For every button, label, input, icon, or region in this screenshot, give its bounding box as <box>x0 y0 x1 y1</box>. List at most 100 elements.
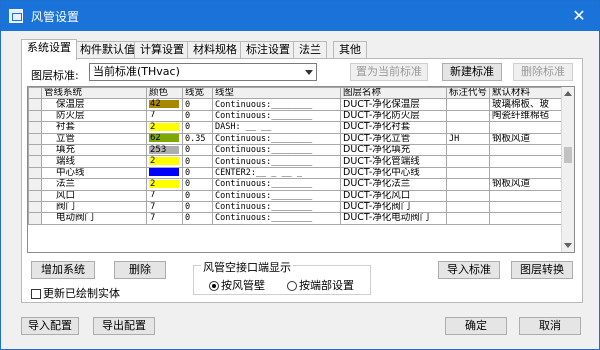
default-material-cell[interactable]: 钢板风道 <box>489 178 566 191</box>
system-name-cell[interactable]: 中心线 <box>41 166 147 180</box>
layer-name-cell[interactable]: DUCT-净化管端线 <box>340 155 447 168</box>
annotation-code-cell[interactable] <box>445 143 491 157</box>
import-standard-button[interactable]: 导入标准 <box>438 261 500 279</box>
table-row[interactable]: 阀门 7 0 Continuous:________ DUCT-净化阀门 <box>28 200 566 214</box>
row-selector[interactable] <box>28 200 42 214</box>
layer-name-cell[interactable]: DUCT-净化立管 <box>340 132 447 145</box>
radio-by-duct-wall[interactable]: 按风管壁 <box>209 277 265 293</box>
linetype-cell[interactable]: Continuous:________ <box>212 178 341 191</box>
layer-name-cell[interactable]: DUCT-净化衬套 <box>340 121 447 134</box>
table-row[interactable]: 中心线 0 CENTER2:__ _ __ _ DUCT-净化中心线 <box>28 166 566 180</box>
layer-name-cell[interactable]: DUCT-净化阀门 <box>340 200 447 214</box>
row-selector[interactable] <box>28 166 42 180</box>
color-cell[interactable]: 7 <box>146 200 183 214</box>
table-row[interactable]: 风口 7 0 Continuous:________ DUCT-净化风口 <box>28 189 566 202</box>
scroll-up-icon[interactable] <box>564 91 572 96</box>
tab-other[interactable]: 其他 <box>333 41 367 59</box>
column-header[interactable]: 默认材料 <box>489 87 566 100</box>
layer-convert-button[interactable]: 图层转换 <box>511 261 573 279</box>
tab-system-settings[interactable]: 系统设置 <box>21 39 77 60</box>
set-current-standard-button[interactable]: 置为当前标准 <box>350 63 428 81</box>
line-width-cell[interactable]: 0 <box>182 109 213 123</box>
layer-name-cell[interactable]: DUCT-净化风口 <box>340 189 447 202</box>
annotation-code-cell[interactable] <box>445 189 491 202</box>
system-name-cell[interactable]: 风口 <box>41 189 147 202</box>
color-cell[interactable]: 42 <box>146 98 183 111</box>
line-width-cell[interactable]: 0 <box>182 189 213 202</box>
annotation-code-cell[interactable]: JH <box>445 132 491 145</box>
linetype-cell[interactable]: Continuous:________ <box>212 200 341 214</box>
table-row[interactable]: 电动阀门 7 0 Continuous:________ DUCT-净化电动阀门 <box>28 212 566 225</box>
line-width-cell[interactable]: 0 <box>182 121 213 134</box>
delete-system-button[interactable]: 删除 <box>114 261 166 279</box>
default-material-cell[interactable] <box>489 121 566 134</box>
linetype-cell[interactable]: CENTER2:__ _ __ _ <box>212 166 341 180</box>
row-selector[interactable] <box>28 109 42 123</box>
cancel-button[interactable]: 取消 <box>519 317 581 335</box>
color-cell[interactable]: 2 <box>146 178 183 191</box>
default-material-cell[interactable]: 玻璃棉板、玻 <box>489 98 566 111</box>
layer-standard-select[interactable]: 当前标准(THvac) <box>89 63 317 81</box>
column-header[interactable]: 颜色 <box>146 87 183 100</box>
linetype-cell[interactable]: Continuous:________ <box>212 143 341 157</box>
tab-material-spec[interactable]: 材料规格 <box>187 41 243 59</box>
table-row[interactable]: 立管 62 0.35 Continuous:________ DUCT-净化立管 JH 钢板… <box>28 132 566 145</box>
row-selector[interactable] <box>28 98 42 111</box>
line-width-cell[interactable]: 0.35 <box>182 132 213 145</box>
system-name-cell[interactable]: 阀门 <box>41 200 147 214</box>
annotation-code-cell[interactable] <box>445 178 491 191</box>
default-material-cell[interactable] <box>489 200 566 214</box>
linetype-cell[interactable]: Continuous:________ <box>212 109 341 123</box>
row-selector[interactable] <box>28 178 42 191</box>
export-config-button[interactable]: 导出配置 <box>93 317 155 335</box>
line-width-cell[interactable]: 0 <box>182 200 213 214</box>
table-row[interactable]: 保温层 42 0 Continuous:________ DUCT-净化保温层 玻璃棉板、… <box>28 98 566 111</box>
layer-name-cell[interactable]: DUCT-净化中心线 <box>340 166 447 180</box>
line-width-cell[interactable]: 0 <box>182 212 213 225</box>
row-selector[interactable] <box>28 132 42 145</box>
scroll-down-icon[interactable] <box>564 243 572 248</box>
column-header[interactable]: 线宽 <box>182 87 213 100</box>
color-cell[interactable]: 2 <box>146 155 183 168</box>
line-width-cell[interactable]: 0 <box>182 166 213 180</box>
layer-name-cell[interactable]: DUCT-净化电动阀门 <box>340 212 447 225</box>
default-material-cell[interactable] <box>489 212 566 225</box>
default-material-cell[interactable] <box>489 189 566 202</box>
layer-name-cell[interactable]: DUCT-净化保温层 <box>340 98 447 111</box>
radio-by-end-setting[interactable]: 按端部设置 <box>287 277 354 293</box>
default-material-cell[interactable] <box>489 155 566 168</box>
linetype-cell[interactable]: Continuous:________ <box>212 155 341 168</box>
vertical-scrollbar[interactable] <box>561 87 574 252</box>
annotation-code-cell[interactable] <box>445 166 491 180</box>
color-cell[interactable] <box>146 166 183 180</box>
annotation-code-cell[interactable] <box>445 155 491 168</box>
system-name-cell[interactable]: 防火层 <box>41 109 147 123</box>
table-row[interactable]: 法兰 2 0 Continuous:________ DUCT-净化法兰 钢板风道 <box>28 178 566 191</box>
table-row[interactable]: 填充 253 0 Continuous:________ DUCT-净化填充 <box>28 143 566 157</box>
update-drawn-checkbox[interactable]: 更新已绘制实体 <box>31 285 120 301</box>
annotation-code-cell[interactable] <box>445 109 491 123</box>
linetype-cell[interactable]: Continuous:________ <box>212 98 341 111</box>
system-name-cell[interactable]: 立管 <box>41 132 147 145</box>
row-selector[interactable] <box>28 155 42 168</box>
linetype-cell[interactable]: DASH: __ __ <box>212 121 341 134</box>
column-header[interactable]: 标注代号 <box>445 87 491 100</box>
color-cell[interactable]: 7 <box>146 212 183 225</box>
default-material-cell[interactable]: 陶瓷纤维棉毡 <box>489 109 566 123</box>
annotation-code-cell[interactable] <box>445 98 491 111</box>
color-cell[interactable]: 7 <box>146 109 183 123</box>
linetype-cell[interactable]: Continuous:________ <box>212 189 341 202</box>
system-name-cell[interactable]: 衬套 <box>41 121 147 134</box>
row-selector[interactable] <box>28 121 42 134</box>
default-material-cell[interactable] <box>489 166 566 180</box>
default-material-cell[interactable] <box>489 143 566 157</box>
column-header[interactable]: 图层名称 <box>340 87 447 100</box>
color-cell[interactable]: 2 <box>146 121 183 134</box>
column-header[interactable]: 线型 <box>212 87 341 100</box>
table-row[interactable]: 衬套 2 0 DASH: __ __ DUCT-净化衬套 <box>28 121 566 134</box>
row-selector[interactable] <box>28 212 42 225</box>
new-standard-button[interactable]: 新建标准 <box>442 63 502 81</box>
close-icon[interactable]: ✕ <box>565 3 593 29</box>
title-bar[interactable]: 风管设置 ✕ <box>1 1 599 31</box>
table-row[interactable]: 端线 2 0 Continuous:________ DUCT-净化管端线 <box>28 155 566 168</box>
